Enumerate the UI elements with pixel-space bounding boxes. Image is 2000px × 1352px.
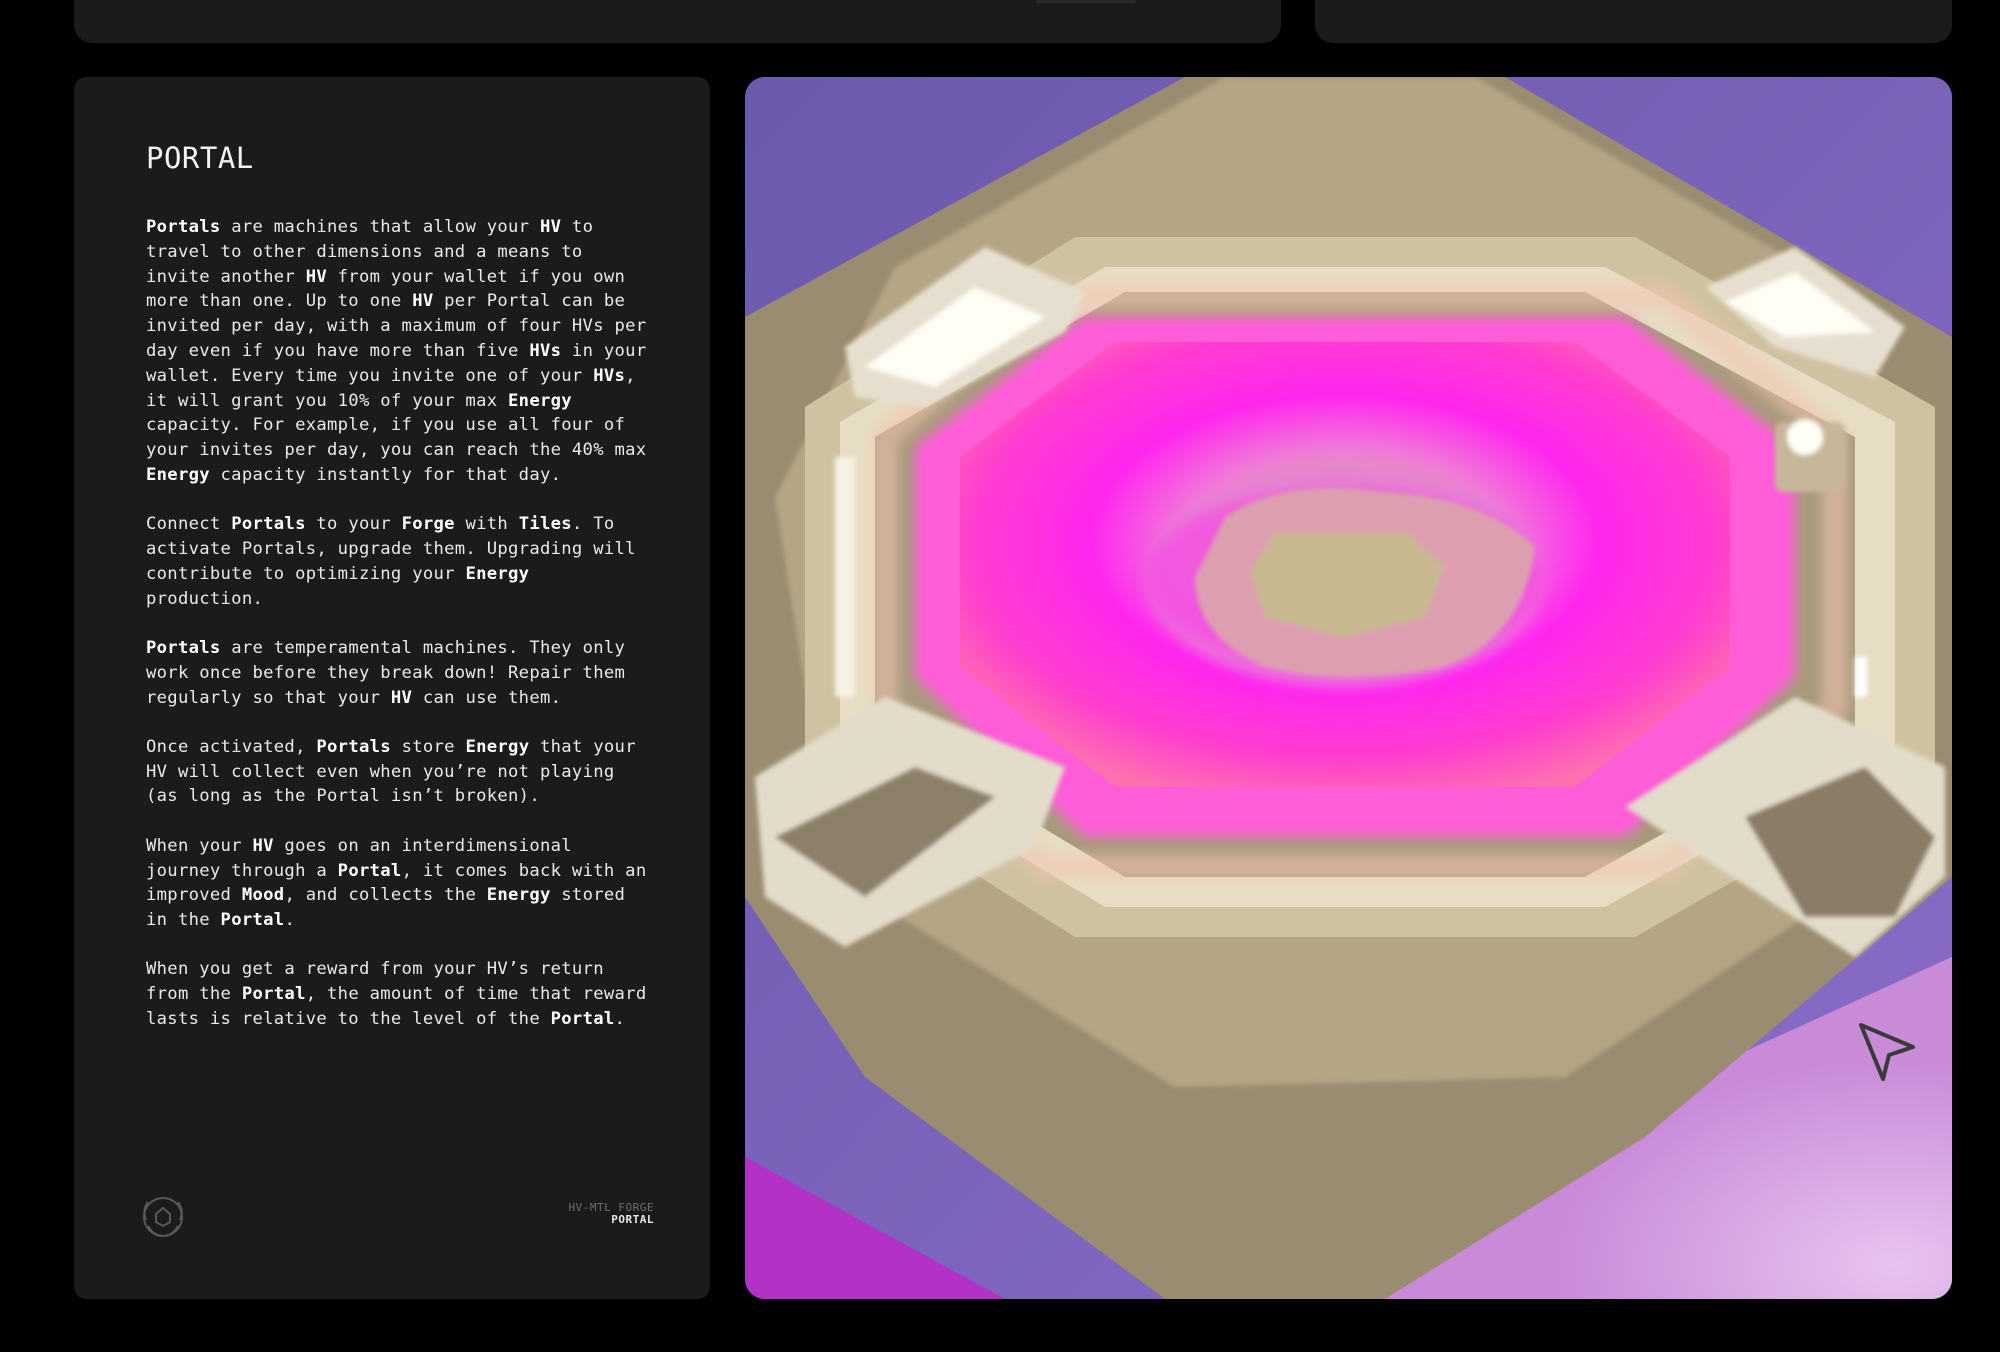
description-paragraph: When you get a reward from your HV’s ret…	[146, 957, 656, 1031]
keyword: Portal	[550, 1009, 615, 1030]
keyword: HV	[252, 835, 274, 856]
text-run: to your	[305, 514, 402, 535]
text-run: store	[390, 736, 466, 757]
keyword: Energy	[465, 563, 530, 584]
footer-title: PORTAL	[611, 1213, 654, 1226]
top-card-left	[74, 0, 1281, 43]
description-paragraph: Portals are machines that allow your HV …	[146, 215, 656, 488]
keyword: Portals	[146, 637, 221, 658]
keyword: HVs	[529, 340, 562, 361]
keyword: Mood	[241, 885, 285, 906]
keyword: HV	[539, 217, 562, 237]
divider	[1036, 0, 1136, 3]
keyword: Portals	[146, 217, 221, 237]
text-run: , and collects the	[284, 885, 487, 906]
footer-label: HV-MTL FORGE PORTAL	[569, 1202, 654, 1226]
text-run: with	[454, 514, 519, 535]
keyword: Portals	[316, 736, 391, 757]
keyword: Forge	[401, 514, 455, 535]
description-paragraph: Connect Portals to your Forge with Tiles…	[146, 512, 656, 611]
portal-render-image	[745, 77, 1952, 1299]
text-run: can use them.	[412, 687, 562, 708]
keyword: Portals	[231, 514, 306, 535]
keyword: HVs	[593, 365, 626, 386]
text-run: Connect	[146, 514, 232, 535]
page-title: PORTAL	[146, 141, 254, 175]
keyword: Tiles	[518, 514, 572, 535]
top-card-right	[1315, 0, 1952, 43]
description-paragraph: When your HV goes on an interdimensional…	[146, 834, 656, 933]
text-run: capacity. For example, if you use all fo…	[146, 415, 647, 461]
description-paragraph: Portals are temperamental machines. They…	[146, 636, 656, 710]
keyword: Portal	[241, 984, 306, 1005]
text-run: capacity instantly for that day.	[209, 464, 562, 485]
text-run: production.	[146, 588, 264, 609]
keyword: Portal	[337, 860, 402, 881]
laurel-crest-icon	[143, 1197, 183, 1238]
text-run: .	[284, 910, 296, 931]
description-paragraph: Once activated, Portals store Energy tha…	[146, 735, 656, 809]
keyword: Energy	[146, 464, 210, 485]
keyword: HV	[390, 687, 413, 708]
keyword: HV	[412, 291, 434, 312]
keyword: HV	[305, 266, 328, 287]
info-card: PORTAL Portals are machines that allow y…	[74, 77, 710, 1299]
keyword: Portal	[220, 910, 285, 931]
keyword: Energy	[508, 390, 572, 411]
text-run: are machines that allow your	[220, 217, 540, 237]
text-run: When your	[146, 835, 253, 856]
description-text: Portals are machines that allow your HV …	[146, 215, 656, 1056]
text-run: Once activated,	[146, 736, 317, 757]
keyword: Energy	[465, 736, 530, 757]
keyword: Energy	[486, 885, 551, 906]
text-run: .	[614, 1009, 626, 1030]
